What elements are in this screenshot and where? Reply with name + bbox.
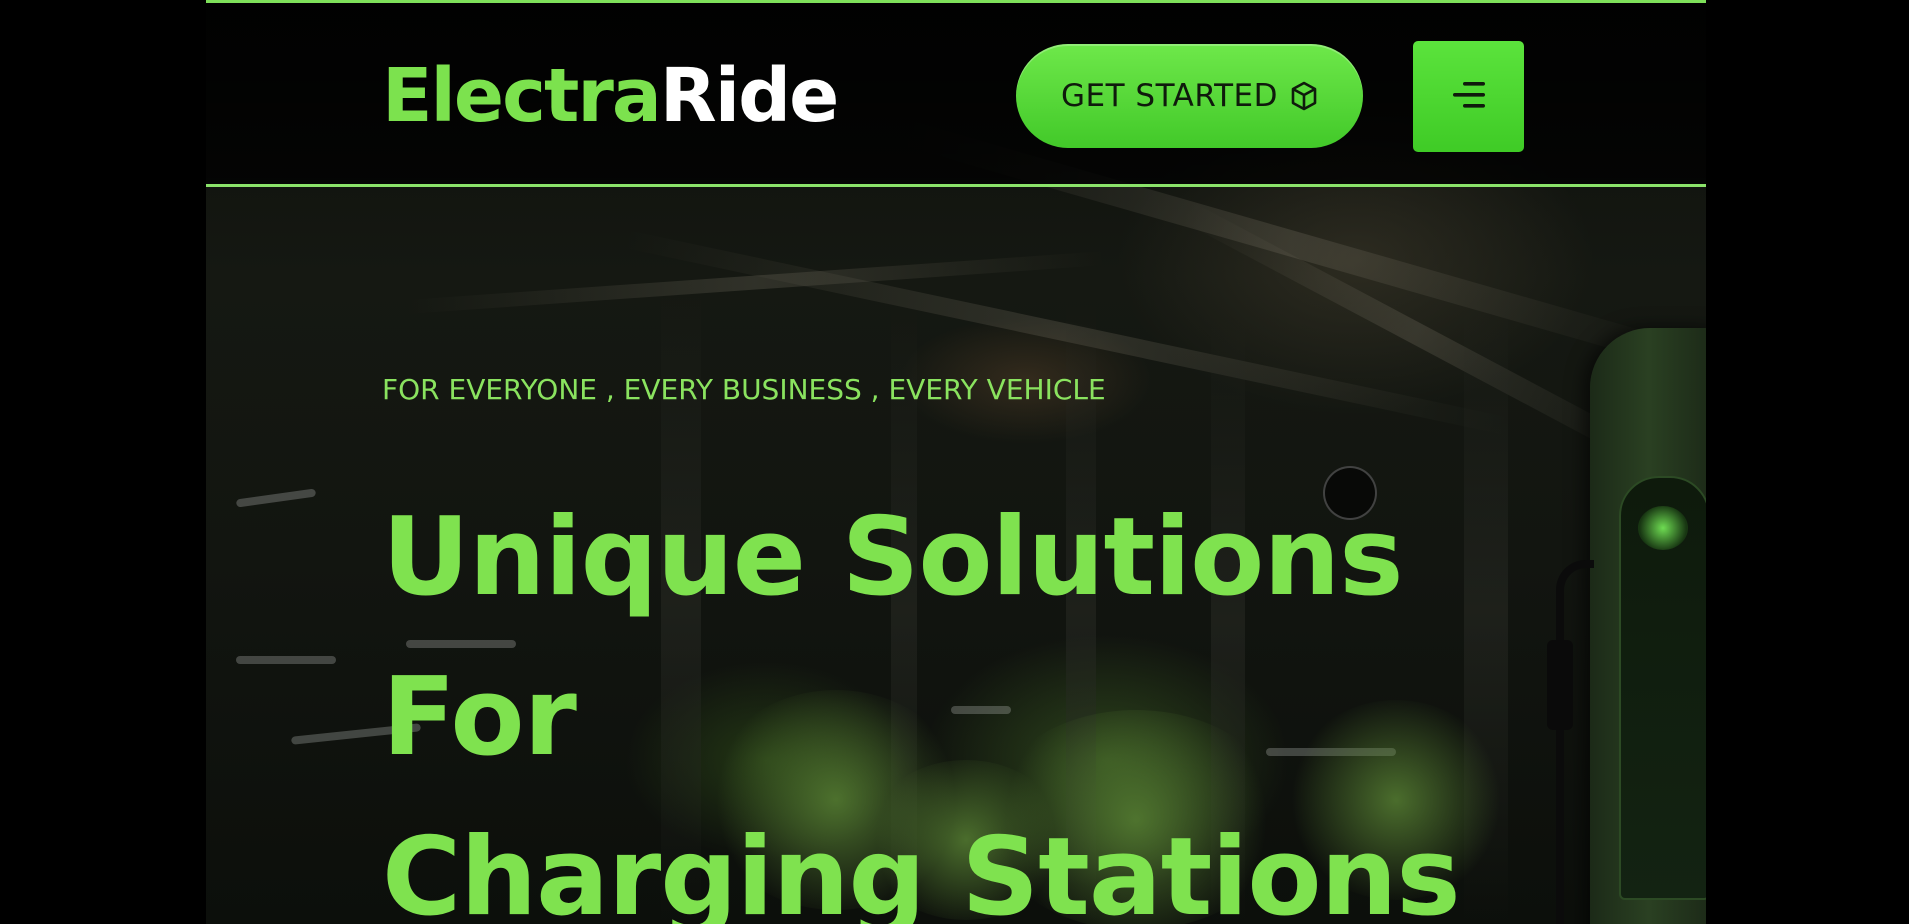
- get-started-button[interactable]: GET STARTED: [1016, 44, 1363, 148]
- cube-icon: [1290, 81, 1318, 111]
- headline-line-1: Unique Solutions: [382, 495, 1404, 620]
- brand-name-part1: Electra: [382, 53, 662, 139]
- charger-light: [1638, 506, 1688, 550]
- charger-cable: [1556, 560, 1594, 924]
- headline-line-3: Charging Stations: [382, 815, 1461, 924]
- hamburger-menu-icon: [1449, 80, 1489, 114]
- brand-logo[interactable]: ElectraRide: [382, 41, 840, 151]
- brand-name-part2: Ride: [659, 53, 840, 139]
- site-header: ElectraRide GET STARTED: [206, 3, 1706, 185]
- hero-tagline: FOR EVERYONE , EVERY BUSINESS , EVERY VE…: [382, 373, 1106, 406]
- hero-headline: Unique Solutions For Charging Stations: [382, 478, 1461, 924]
- hero-viewport: ElectraRide GET STARTED FOR EVERYONE , E…: [206, 0, 1706, 924]
- headline-line-2: For: [382, 655, 577, 780]
- header-divider: [206, 184, 1706, 187]
- get-started-label: GET STARTED: [1061, 78, 1278, 114]
- menu-button[interactable]: [1413, 41, 1524, 152]
- charger-plug: [1547, 640, 1573, 730]
